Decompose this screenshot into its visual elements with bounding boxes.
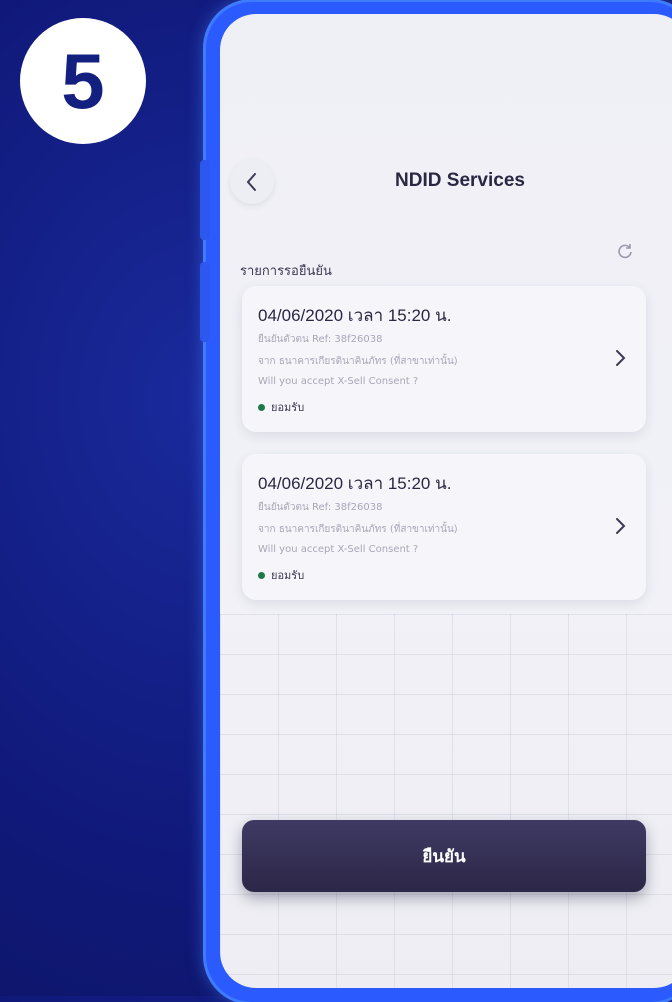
request-question: Will you accept X-Sell Consent ? [258, 544, 419, 555]
step-number-badge: 5 [20, 18, 146, 144]
request-status: ยอมรับ [258, 566, 304, 584]
request-datetime: 04/06/2020 เวลา 15:20 น. [258, 474, 452, 493]
status-dot-icon [258, 403, 265, 411]
status-dot-icon [258, 571, 265, 579]
request-reference: ยืนยันตัวตน Ref: 38f26038 [258, 502, 383, 513]
request-datetime: 04/06/2020 เวลา 15:20 น. [258, 306, 452, 325]
page-title: NDID Services [395, 170, 525, 191]
background-grid [220, 614, 672, 988]
chevron-right-icon [616, 518, 626, 534]
phone-side-button [200, 262, 210, 342]
chevron-right-icon [616, 350, 626, 366]
confirm-button[interactable]: ยืนยัน [242, 820, 646, 892]
status-label: ยอมรับ [271, 401, 305, 414]
phone-screen: NDID Services รายการรอยืนยัน 04/06/2020 … [220, 14, 672, 988]
request-card[interactable]: 04/06/2020 เวลา 15:20 น. ยืนยันตัวตน Ref… [242, 454, 646, 600]
status-label: ยอมรับ [271, 569, 305, 582]
request-reference: ยืนยันตัวตน Ref: 38f26038 [258, 334, 383, 345]
refresh-icon [618, 244, 632, 259]
request-source: จาก ธนาคารเกียรตินาคินภัทร (ที่สาขาเท่าน… [258, 356, 458, 367]
phone-side-button [200, 160, 210, 240]
request-card[interactable]: 04/06/2020 เวลา 15:20 น. ยืนยันตัวตน Ref… [242, 286, 646, 432]
request-question: Will you accept X-Sell Consent ? [258, 376, 419, 387]
request-source: จาก ธนาคารเกียรตินาคินภัทร (ที่สาขาเท่าน… [258, 524, 458, 535]
pending-list-label: รายการรอยืนยัน [240, 264, 332, 279]
step-number: 5 [61, 37, 105, 125]
request-status: ยอมรับ [258, 398, 304, 416]
app-header: NDID Services [220, 154, 672, 214]
refresh-button[interactable] [610, 236, 640, 266]
